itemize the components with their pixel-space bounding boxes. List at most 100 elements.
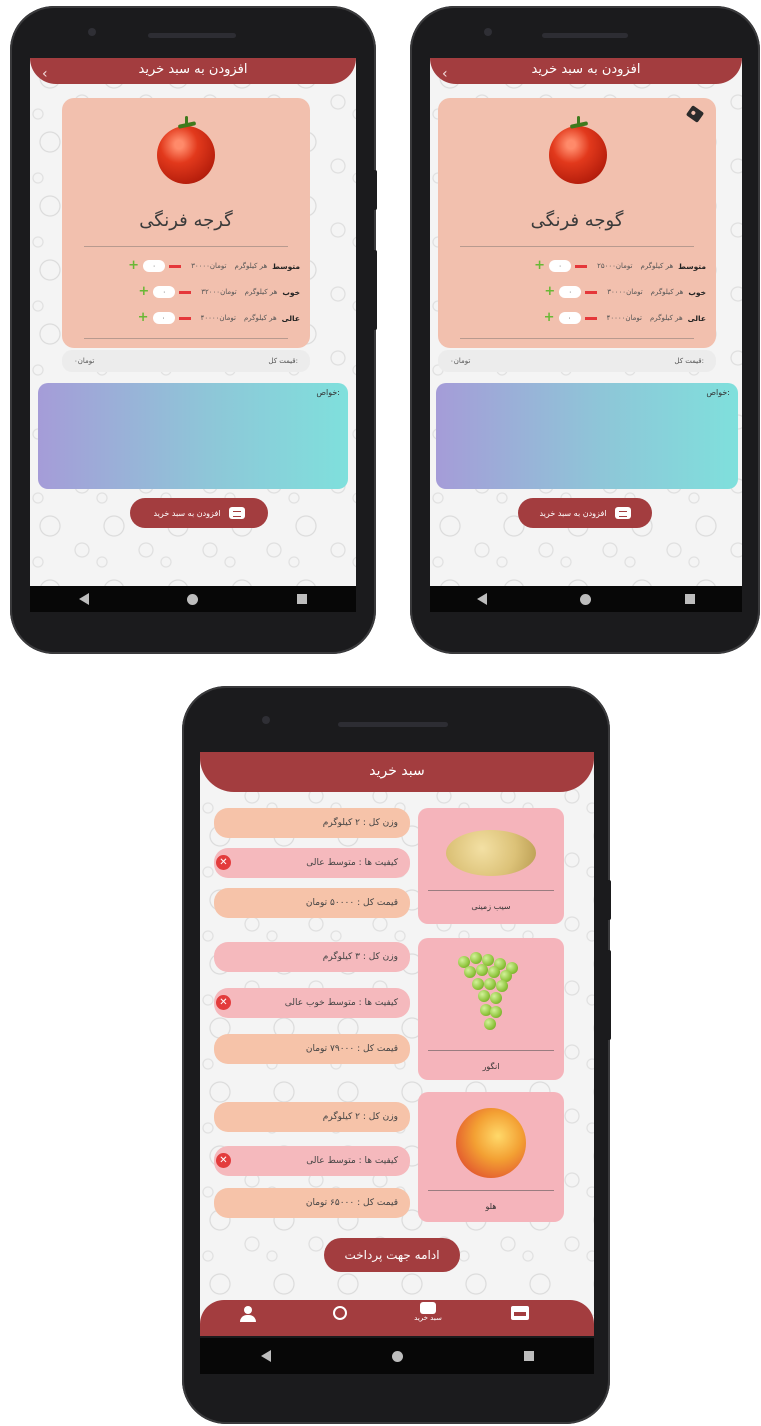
- divider: [428, 890, 554, 891]
- price-row-good: خوب هر کیلوگرم ۳۲۰۰۰تومان ۰ +: [72, 284, 300, 300]
- quantity-field[interactable]: ۰: [549, 260, 572, 272]
- cart-item-total: قیمت کل : ۵۰۰۰۰ تومان: [214, 888, 410, 918]
- nav-back-icon[interactable]: [79, 593, 90, 605]
- header-bar: ‹ افزودن به سبد خرید: [30, 58, 356, 84]
- product-title: گوجه فرنگی: [530, 210, 624, 231]
- quantity-field[interactable]: ۰: [558, 312, 581, 324]
- potato-image: [446, 830, 536, 876]
- back-button[interactable]: ‹: [42, 62, 48, 86]
- divider: [460, 246, 694, 247]
- nav-recent-icon[interactable]: [523, 1351, 534, 1361]
- minus-button[interactable]: [584, 316, 597, 320]
- cart-item-image-card: انگور: [418, 938, 564, 1080]
- person-icon: [239, 1306, 257, 1322]
- plus-button[interactable]: +: [138, 285, 149, 298]
- add-to-cart-button[interactable]: افزودن به سبد خرید: [518, 498, 652, 528]
- plus-button[interactable]: +: [544, 285, 555, 298]
- properties-label: خواص:: [706, 388, 730, 397]
- divider: [460, 338, 694, 339]
- minus-button[interactable]: [178, 316, 191, 320]
- price-row-excellent: عالی هر کیلوگرم ۴۰۰۰۰تومان ۰ +: [448, 310, 706, 326]
- discount-tag-icon[interactable]: [685, 105, 705, 123]
- tab-cart[interactable]: سبد خرید: [408, 1302, 448, 1322]
- plus-button[interactable]: +: [138, 311, 149, 324]
- cart-item-qualities: کیفیت ها : متوسط عالی: [214, 848, 410, 878]
- power-button: [372, 170, 377, 210]
- product-card: گرجه فرنگی متوسط هر کیلوگرم ۳۰۰۰۰تومان ۰…: [62, 98, 310, 348]
- minus-button[interactable]: [585, 290, 598, 294]
- nav-home-icon[interactable]: [391, 1350, 403, 1362]
- quantity-field[interactable]: ۰: [153, 286, 176, 298]
- power-button: [606, 880, 611, 920]
- price-label: ۴۰۰۰۰تومان: [200, 314, 236, 322]
- basket-icon: [420, 1302, 436, 1314]
- price-row-medium: متوسط هر کیلوگرم ۲۵۰۰۰تومان ۰ +: [448, 258, 706, 274]
- minus-button[interactable]: [575, 264, 588, 268]
- tab-profile[interactable]: [228, 1306, 268, 1322]
- nav-recent-icon[interactable]: [296, 594, 307, 604]
- divider: [84, 338, 288, 339]
- quality-label: خوب: [282, 287, 300, 297]
- tab-store[interactable]: [500, 1306, 540, 1320]
- divider: [428, 1190, 554, 1191]
- speaker: [542, 33, 628, 38]
- per-kg-label: هر کیلوگرم: [640, 262, 674, 270]
- minus-button[interactable]: [179, 290, 192, 294]
- cart-item-qualities: کیفیت ها : متوسط عالی: [214, 1146, 410, 1176]
- nav-back-icon[interactable]: [260, 1350, 271, 1362]
- add-to-cart-button[interactable]: افزودن به سبد خرید: [130, 498, 268, 528]
- remove-icon[interactable]: ✕: [216, 1153, 231, 1168]
- cart-item-qualities: کیفیت ها : متوسط خوب عالی: [214, 988, 410, 1018]
- cart-item-total: قیمت کل : ۷۹۰۰۰ تومان: [214, 1034, 410, 1064]
- remove-icon[interactable]: ✕: [216, 855, 231, 870]
- quantity-field[interactable]: ۰: [559, 286, 582, 298]
- screen-add-to-cart-2: ‹ افزودن به سبد خرید گوجه فرنگی متوسط هر…: [430, 58, 742, 586]
- cart-item-weight: وزن کل : ۲ کیلوگرم: [214, 1102, 410, 1132]
- price-label: ۲۵۰۰۰تومان: [597, 262, 633, 270]
- speaker: [148, 33, 236, 38]
- quality-label: خوب: [688, 287, 706, 297]
- plus-button[interactable]: +: [128, 259, 139, 272]
- nav-back-icon[interactable]: [476, 593, 487, 605]
- divider: [428, 1050, 554, 1051]
- total-price-bar: قیمت کل: ۰تومان: [438, 350, 716, 372]
- tab-cart-label: سبد خرید: [414, 1314, 442, 1322]
- basket-icon: [228, 507, 245, 519]
- quality-label: متوسط: [272, 261, 300, 271]
- back-button[interactable]: ‹: [442, 62, 448, 86]
- quantity-field[interactable]: ۰: [152, 312, 175, 324]
- tomato-stem: [570, 116, 588, 130]
- camera: [88, 28, 96, 36]
- total-value: ۰تومان: [74, 357, 95, 365]
- history-icon: [333, 1306, 347, 1320]
- continue-to-payment-button[interactable]: ادامه جهت پرداخت: [324, 1238, 460, 1272]
- peach-image: [456, 1108, 526, 1178]
- speaker: [338, 722, 448, 727]
- price-row-good: خوب هر کیلوگرم ۳۰۰۰۰تومان ۰ +: [448, 284, 706, 300]
- cart-item-name: هلو: [485, 1202, 497, 1211]
- quantity-field[interactable]: ۰: [143, 260, 166, 272]
- camera: [262, 716, 270, 724]
- price-row-excellent: عالی هر کیلوگرم ۴۰۰۰۰تومان ۰ +: [72, 310, 300, 326]
- tab-history[interactable]: [320, 1306, 360, 1320]
- price-row-medium: متوسط هر کیلوگرم ۳۰۰۰۰تومان ۰ +: [72, 258, 300, 274]
- total-label: قیمت کل:: [268, 357, 298, 365]
- phone-frame-1: ‹ افزودن به سبد خرید گرجه فرنگی متوسط هر…: [10, 6, 376, 654]
- plus-button[interactable]: +: [534, 259, 545, 272]
- nav-home-icon[interactable]: [580, 593, 592, 605]
- nav-recent-icon[interactable]: [685, 594, 696, 604]
- cart-item-image-card: سیب زمینی: [418, 808, 564, 924]
- cart-item-total: قیمت کل : ۶۵۰۰۰ تومان: [214, 1188, 410, 1218]
- product-card: گوجه فرنگی متوسط هر کیلوگرم ۲۵۰۰۰تومان ۰…: [438, 98, 716, 348]
- quality-label: عالی: [687, 313, 706, 323]
- remove-icon[interactable]: ✕: [216, 995, 231, 1010]
- price-label: ۳۰۰۰۰تومان: [607, 288, 643, 296]
- bottom-tab-bar: سبد خرید: [200, 1300, 594, 1336]
- minus-button[interactable]: [169, 264, 182, 268]
- nav-home-icon[interactable]: [187, 593, 199, 605]
- plus-button[interactable]: +: [544, 311, 555, 324]
- price-label: ۳۰۰۰۰تومان: [191, 262, 227, 270]
- per-kg-label: هر کیلوگرم: [649, 314, 683, 322]
- cart-item-name: انگور: [482, 1062, 500, 1071]
- per-kg-label: هر کیلوگرم: [244, 288, 278, 296]
